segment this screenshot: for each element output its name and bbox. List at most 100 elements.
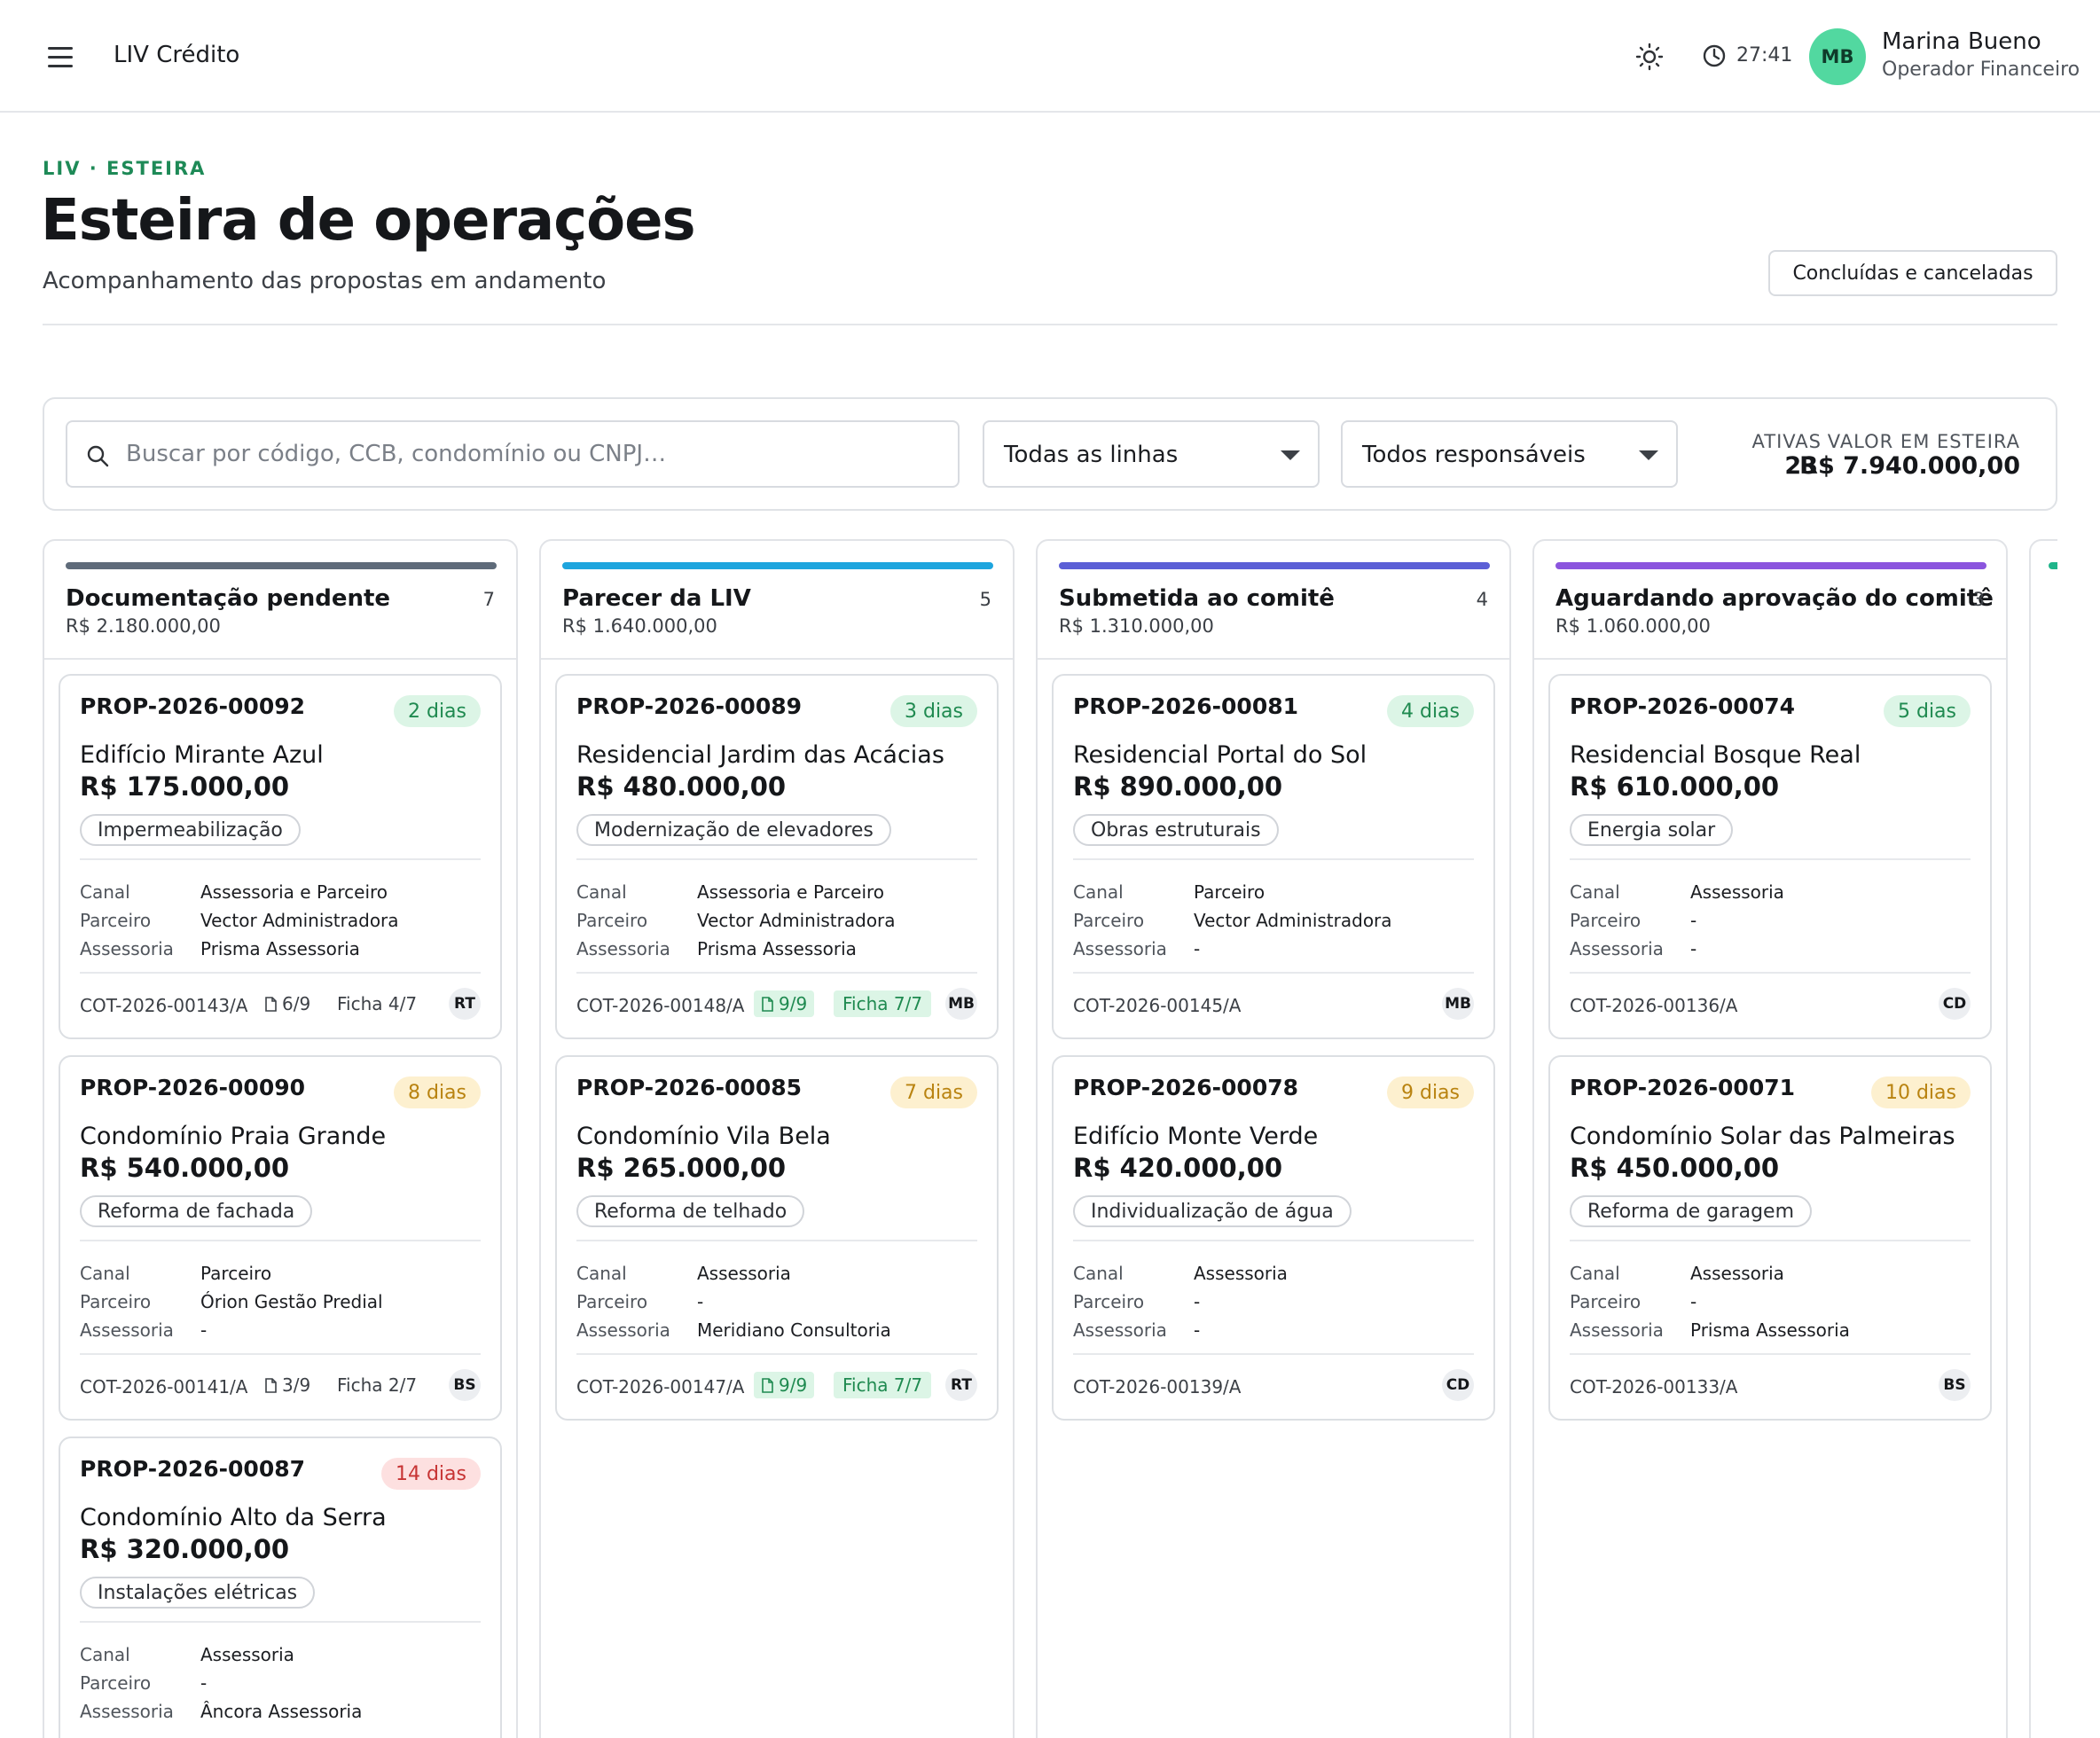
canal-value: Assessoria e Parceiro bbox=[200, 881, 388, 903]
card-divider bbox=[1073, 1353, 1474, 1355]
completed-cancelled-button[interactable]: Concluídas e canceladas bbox=[1768, 250, 2057, 296]
proposal-card[interactable]: PROP-2026-00074 5 dias Residencial Bosque … bbox=[1548, 674, 1992, 1039]
owner-avatar[interactable]: CD bbox=[1442, 1369, 1474, 1401]
parceiro-label: Parceiro bbox=[80, 1672, 152, 1694]
condominium-name: Edifício Mirante Azul bbox=[80, 741, 324, 769]
assessoria-label: Assessoria bbox=[80, 1319, 174, 1341]
card-divider bbox=[80, 972, 481, 974]
column-divider bbox=[1534, 658, 2006, 660]
column-title: Submetida ao comitê bbox=[1059, 585, 1335, 612]
column-count: 5 bbox=[979, 589, 991, 610]
sun-icon[interactable] bbox=[1634, 41, 1665, 73]
kanban-column: Aguardando aprovação do comitê 3 R$ 1.060.… bbox=[1532, 539, 2008, 1738]
card-divider bbox=[576, 858, 977, 860]
search-box[interactable] bbox=[66, 420, 960, 488]
proposal-card[interactable]: PROP-2026-00087 14 dias Condomínio Alto da… bbox=[59, 1437, 502, 1738]
assessoria-value: - bbox=[1690, 938, 1697, 959]
assessoria-value: - bbox=[200, 1319, 208, 1341]
column-title: Aguardando aprovação do comitê bbox=[1555, 585, 1994, 612]
parceiro-value: - bbox=[697, 1291, 704, 1312]
documents-count: 9/9 bbox=[779, 993, 808, 1014]
proposal-card[interactable]: PROP-2026-00078 9 dias Edifício Monte Verd… bbox=[1052, 1055, 1495, 1421]
column-count: 3 bbox=[1972, 589, 1985, 610]
parceiro-label: Parceiro bbox=[80, 910, 152, 931]
menu-icon[interactable] bbox=[44, 41, 76, 73]
owner-avatar[interactable]: RT bbox=[449, 988, 481, 1020]
parceiro-value: Órion Gestão Predial bbox=[200, 1291, 383, 1312]
clock-icon bbox=[1703, 44, 1726, 67]
proposal-card[interactable]: PROP-2026-00081 4 dias Residencial Portal … bbox=[1052, 674, 1495, 1039]
owner-avatar[interactable]: MB bbox=[1442, 988, 1474, 1020]
quote-code: COT-2026-00141/A bbox=[80, 1376, 248, 1397]
proposal-value: R$ 265.000,00 bbox=[576, 1153, 787, 1183]
card-divider bbox=[80, 1353, 481, 1355]
page-subtitle: Acompanhamento das propostas em andament… bbox=[43, 268, 607, 294]
proposal-code: PROP-2026-00090 bbox=[80, 1075, 306, 1100]
proposal-value: R$ 610.000,00 bbox=[1570, 771, 1780, 802]
credit-line-tag: Individualização de água bbox=[1073, 1195, 1352, 1227]
days-badge: 10 dias bbox=[1870, 1076, 1971, 1108]
documents-chip: 9/9 bbox=[754, 990, 815, 1017]
parceiro-value: - bbox=[1690, 1291, 1697, 1312]
search-input[interactable] bbox=[126, 433, 942, 475]
proposal-value: R$ 420.000,00 bbox=[1073, 1153, 1283, 1183]
column-color-bar bbox=[562, 562, 993, 569]
canal-label: Canal bbox=[80, 1644, 130, 1665]
quote-code: COT-2026-00145/A bbox=[1073, 995, 1242, 1016]
owner-avatar[interactable]: RT bbox=[945, 1369, 977, 1401]
assessoria-label: Assessoria bbox=[1073, 938, 1167, 959]
assessoria-value: Prisma Assessoria bbox=[1690, 1319, 1850, 1341]
parceiro-label: Parceiro bbox=[576, 910, 648, 931]
user-name: Marina Bueno bbox=[1882, 28, 2041, 55]
assessoria-label: Assessoria bbox=[1073, 1319, 1167, 1341]
card-divider bbox=[1570, 972, 1971, 974]
proposal-card[interactable]: PROP-2026-00092 2 dias Edifício Mirante Az… bbox=[59, 674, 502, 1039]
user-avatar[interactable]: MB bbox=[1809, 28, 1866, 85]
documents-count: 9/9 bbox=[779, 1374, 808, 1396]
proposal-code: PROP-2026-00078 bbox=[1073, 1075, 1299, 1100]
parceiro-value: - bbox=[200, 1672, 208, 1694]
condominium-name: Residencial Jardim das Acácias bbox=[576, 741, 944, 769]
column-divider bbox=[44, 658, 516, 660]
proposal-code: PROP-2026-00081 bbox=[1073, 693, 1299, 719]
parceiro-label: Parceiro bbox=[576, 1291, 648, 1312]
breadcrumb: LIV · ESTEIRA bbox=[43, 158, 207, 179]
proposal-code: PROP-2026-00089 bbox=[576, 693, 803, 719]
document-icon bbox=[264, 996, 277, 1012]
lines-select[interactable]: Todas as linhas bbox=[983, 420, 1320, 488]
proposal-code: PROP-2026-00085 bbox=[576, 1075, 803, 1100]
proposal-card[interactable]: PROP-2026-00090 8 dias Condomínio Praia Gr… bbox=[59, 1055, 502, 1421]
quote-code: COT-2026-00143/A bbox=[80, 995, 248, 1016]
credit-line-tag: Reforma de garagem bbox=[1570, 1195, 1812, 1227]
documents-count: 6/9 bbox=[282, 993, 311, 1014]
canal-value: Assessoria bbox=[1194, 1263, 1288, 1284]
parceiro-label: Parceiro bbox=[80, 1291, 152, 1312]
condominium-name: Edifício Monte Verde bbox=[1073, 1123, 1319, 1150]
column-color-bar bbox=[66, 562, 497, 569]
owner-avatar[interactable]: BS bbox=[449, 1369, 481, 1401]
assessoria-value: Prisma Assessoria bbox=[697, 938, 857, 959]
proposal-card[interactable]: PROP-2026-00085 7 dias Condomínio Vila Bel… bbox=[555, 1055, 999, 1421]
canal-value: Assessoria bbox=[697, 1263, 791, 1284]
proposal-card[interactable]: PROP-2026-00071 10 dias Condomínio Solar d… bbox=[1548, 1055, 1992, 1421]
assessoria-label: Assessoria bbox=[1570, 1319, 1664, 1341]
proposal-card[interactable]: PROP-2026-00089 3 dias Residencial Jardim … bbox=[555, 674, 999, 1039]
owner-avatar[interactable]: CD bbox=[1939, 988, 1971, 1020]
credit-line-tag: Modernização de elevadores bbox=[576, 814, 891, 846]
credit-line-tag: Obras estruturais bbox=[1073, 814, 1279, 846]
kanban-column-partial bbox=[2029, 539, 2057, 1738]
owner-avatar[interactable]: BS bbox=[1939, 1369, 1971, 1401]
canal-value: Assessoria e Parceiro bbox=[697, 881, 885, 903]
user-role: Operador Financeiro bbox=[1882, 59, 2080, 81]
parceiro-value: - bbox=[1690, 910, 1697, 931]
card-divider bbox=[1570, 1353, 1971, 1355]
assessoria-label: Assessoria bbox=[80, 938, 174, 959]
owners-select[interactable]: Todos responsáveis bbox=[1341, 420, 1678, 488]
owner-avatar[interactable]: MB bbox=[945, 988, 977, 1020]
canal-label: Canal bbox=[1570, 1263, 1620, 1284]
canal-label: Canal bbox=[576, 1263, 627, 1284]
documents-chip: 6/9 bbox=[257, 990, 317, 1017]
proposal-code: PROP-2026-00074 bbox=[1570, 693, 1796, 719]
proposal-code: PROP-2026-00071 bbox=[1570, 1075, 1796, 1100]
proposal-code: PROP-2026-00087 bbox=[80, 1456, 306, 1482]
